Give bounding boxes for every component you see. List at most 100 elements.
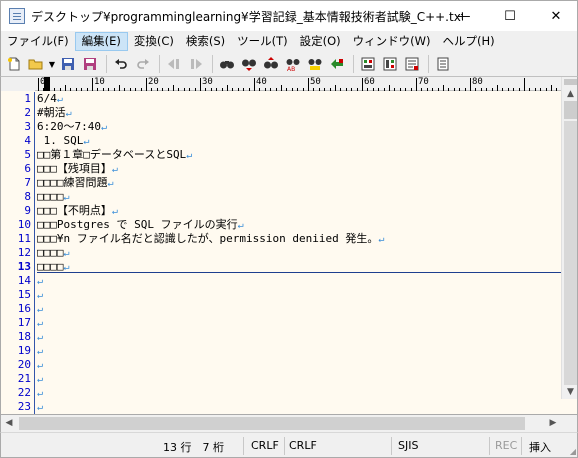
insert-mode-status[interactable]: 挿入 — [529, 439, 551, 455]
line-text[interactable]: #朝活↵ — [37, 106, 72, 121]
line-text[interactable]: ↵ — [37, 302, 43, 317]
split-box[interactable] — [564, 79, 577, 85]
editor-line[interactable]: 6 □□□【残項目】↵ — [1, 162, 561, 176]
move-forward-button[interactable] — [186, 54, 206, 74]
editor-line[interactable]: 19 ↵ — [1, 344, 561, 358]
line-text[interactable]: ↵ — [37, 288, 43, 303]
menu-window[interactable]: ウィンドウ(W) — [347, 32, 437, 51]
ruler-tick — [86, 88, 88, 91]
menu-edit[interactable]: 編集(E) — [74, 32, 128, 51]
editor-line[interactable]: 5 □□第１章□データベースとSQL↵ — [1, 148, 561, 162]
editor-pane[interactable]: 0 10 20 30 40 50 60 70 80 1 6/4↵ 2 #朝活↵ 3 6:20～7:40↵ 4… — [0, 76, 578, 415]
outline-button[interactable] — [358, 54, 378, 74]
new-file-button[interactable] — [4, 54, 24, 74]
editor-line[interactable]: 15 ↵ — [1, 288, 561, 302]
minimize-button[interactable]: — — [441, 1, 487, 31]
ruler-tick — [200, 78, 201, 91]
ruler-tick — [264, 88, 266, 91]
line-text[interactable]: ↵ — [37, 330, 43, 345]
line-text[interactable]: □□□□練習問題↵ — [37, 176, 114, 191]
open-dropdown-button[interactable]: ▼ — [48, 54, 56, 74]
replace-button[interactable]: AB — [283, 54, 303, 74]
toolbar-separator — [353, 55, 354, 73]
save-button[interactable] — [58, 54, 78, 74]
editor-line[interactable]: 21 ↵ — [1, 372, 561, 386]
line-text[interactable]: 6/4↵ — [37, 92, 63, 107]
editor-line[interactable]: 23 ↵ — [1, 400, 561, 414]
scroll-left-icon[interactable]: ◀ — [3, 418, 15, 428]
move-back-button[interactable] — [164, 54, 184, 74]
compare-button[interactable] — [380, 54, 400, 74]
menu-search[interactable]: 検索(S) — [180, 32, 231, 51]
menu-tools[interactable]: ツール(T) — [231, 32, 294, 51]
save-as-button[interactable] — [80, 54, 100, 74]
scroll-down-icon[interactable]: ▼ — [562, 387, 577, 397]
vertical-scrollbar[interactable]: ▲ ▼ — [561, 77, 577, 399]
vertical-scroll-thumb[interactable] — [564, 101, 577, 119]
line-text[interactable]: □□□【不明点】↵ — [37, 204, 118, 219]
search-next-button[interactable] — [239, 54, 259, 74]
editor-line[interactable]: 18 ↵ — [1, 330, 561, 344]
editor-line[interactable]: 14 ↵ — [1, 274, 561, 288]
editor-line[interactable]: 3 6:20～7:40↵ — [1, 120, 561, 134]
search-button[interactable] — [217, 54, 237, 74]
settings-button[interactable] — [433, 54, 453, 74]
editor-line[interactable]: 22 ↵ — [1, 386, 561, 400]
editor-line[interactable]: 10 □□□Postgres で SQL ファイルの実行↵ — [1, 218, 561, 232]
editor-lines[interactable]: 1 6/4↵ 2 #朝活↵ 3 6:20～7:40↵ 4 1. SQL↵ 5 □□第１章□データ… — [1, 92, 561, 414]
vertical-scroll-track[interactable] — [564, 121, 577, 385]
editor-line[interactable]: 11 □□□¥n ファイル名だと認識したが、permission deniied … — [1, 232, 561, 246]
line-text[interactable]: □□□Postgres で SQL ファイルの実行↵ — [37, 218, 244, 233]
editor-line[interactable]: 17 ↵ — [1, 316, 561, 330]
editor-line[interactable]: 7 □□□□練習問題↵ — [1, 176, 561, 190]
line-number: 9 — [24, 204, 31, 217]
line-text[interactable]: □□第１章□データベースとSQL↵ — [37, 148, 192, 163]
scroll-up-icon[interactable]: ▲ — [562, 89, 577, 99]
resize-grip-icon[interactable]: ◢ — [570, 447, 576, 456]
line-text[interactable]: 6:20～7:40↵ — [37, 120, 107, 135]
editor-line[interactable]: 1 6/4↵ — [1, 92, 561, 106]
editor-line[interactable]: 9 □□□【不明点】↵ — [1, 204, 561, 218]
search-prev-button[interactable] — [261, 54, 281, 74]
menu-convert[interactable]: 変換(C) — [128, 32, 180, 51]
tag-jump-button[interactable] — [402, 54, 422, 74]
grep-button[interactable] — [327, 54, 347, 74]
close-button[interactable]: ✕ — [533, 1, 578, 31]
undo-button[interactable] — [111, 54, 131, 74]
line-text[interactable]: ↵ — [37, 386, 43, 401]
menu-file[interactable]: ファイル(F) — [1, 32, 75, 51]
line-text[interactable]: ↵ — [37, 274, 43, 289]
maximize-button[interactable]: ☐ — [487, 1, 533, 31]
editor-line[interactable]: 2 #朝活↵ — [1, 106, 561, 120]
horizontal-scroll-thumb[interactable] — [19, 417, 525, 430]
line-text[interactable]: □□□【残項目】↵ — [37, 162, 118, 177]
editor-line[interactable]: 4 1. SQL↵ — [1, 134, 561, 148]
line-text[interactable]: ↵ — [37, 400, 43, 414]
ruler-tick — [491, 88, 493, 91]
line-text[interactable]: ↵ — [37, 372, 43, 387]
return-mark-icon: ↵ — [37, 388, 44, 399]
editor-line[interactable]: 16 ↵ — [1, 302, 561, 316]
input-line-ending-status[interactable]: CRLF — [289, 439, 317, 452]
line-text[interactable]: □□□□↵ — [37, 190, 70, 205]
horizontal-scrollbar[interactable]: ◀ ▶ — [0, 415, 578, 432]
editor-line[interactable]: 20 ↵ — [1, 358, 561, 372]
line-text[interactable]: ↵ — [37, 344, 43, 359]
open-file-button[interactable] — [26, 54, 46, 74]
ruler-tick — [124, 88, 126, 91]
line-text[interactable]: □□□¥n ファイル名だと認識したが、permission deniied 発生… — [37, 232, 384, 247]
encoding-status[interactable]: SJIS — [398, 439, 418, 452]
line-text[interactable]: 1. SQL↵ — [37, 134, 90, 149]
scroll-right-icon[interactable]: ▶ — [547, 418, 559, 428]
editor-line[interactable]: 12 □□□□↵ — [1, 246, 561, 260]
highlight-search-button[interactable] — [305, 54, 325, 74]
line-text[interactable]: ↵ — [37, 316, 43, 331]
line-text[interactable]: □□□□↵ — [37, 246, 70, 261]
return-mark-icon: ↵ — [37, 332, 44, 343]
maximize-icon: ☐ — [504, 8, 516, 24]
menu-help[interactable]: ヘルプ(H) — [437, 32, 501, 51]
editor-line[interactable]: 8 □□□□↵ — [1, 190, 561, 204]
menu-settings[interactable]: 設定(O) — [294, 32, 347, 51]
redo-button[interactable] — [133, 54, 153, 74]
line-text[interactable]: ↵ — [37, 358, 43, 373]
